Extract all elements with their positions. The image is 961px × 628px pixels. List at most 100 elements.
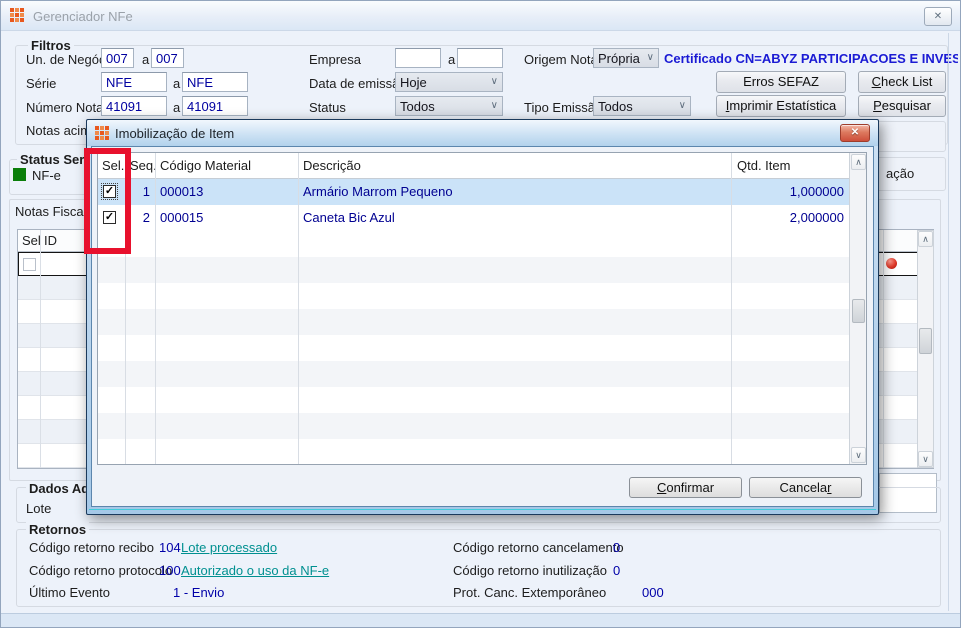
serie-to-input[interactable] [182,72,248,92]
ultimo-evento-label: Último Evento [29,585,110,600]
dialog-title: Imobilização de Item [115,126,235,141]
col-codigo-header: Código Material [160,158,252,173]
main-titlebar: Gerenciador NFe ✕ [1,1,960,31]
empresa-sep: a [448,52,456,67]
certificado-text: Certificado CN=ABYZ PARTICIPACOES E INVE… [664,51,958,66]
retorno-recibo-label: Código retorno recibo [29,540,155,555]
window-bottom-band [1,613,960,627]
numero-nota-sep: a [173,100,181,115]
data-emissao-select[interactable]: Hoje ∨ [395,72,503,92]
status-label: Status [309,100,346,115]
retornos-group-label: Retornos [26,522,90,537]
col-sel-header: Sel [22,233,41,248]
retorno-inutilizacao-label: Código retorno inutilização [453,563,607,578]
serie-label: Série [26,76,57,91]
main-window: Gerenciador NFe ✕ Filtros Un. de Negócio… [0,0,961,628]
lote-label: Lote [26,501,52,516]
scrollbar-thumb[interactable] [852,299,865,323]
table-row[interactable] [98,335,850,361]
column-divider [883,230,884,468]
un-negocio-to-input[interactable] [151,48,184,68]
col-descricao-header: Descrição [303,158,361,173]
un-negocio-sep: a [142,52,150,67]
retorno-cancelamento-value: 0 [613,540,621,555]
nfe-legend-label: NF-e [32,168,61,183]
erros-sefaz-button[interactable]: Erros SEFAZ [716,71,846,93]
table-row[interactable] [98,309,850,335]
table-row[interactable] [98,439,850,465]
dialog-table-scrollbar[interactable]: ∧ ∨ [849,153,866,464]
chevron-down-icon: ∨ [490,76,498,87]
un-negocio-from-input[interactable] [101,48,134,68]
numero-nota-to-input[interactable] [182,96,248,116]
chevron-down-icon: ∨ [678,100,686,111]
notas-fiscais-panel-label: Notas Fiscais [15,204,94,219]
data-emissao-label: Data de emissão [309,76,407,91]
dialog-client-area: Sel. Seq. Código Material Descrição Qtd.… [91,146,874,507]
origem-nota-select[interactable]: Própria ∨ [593,48,659,68]
empresa-from-input[interactable] [395,48,441,68]
scroll-down-icon[interactable]: ∨ [918,451,933,467]
numero-nota-label: Número Nota [26,100,104,115]
table-row[interactable] [98,283,850,309]
table-row[interactable] [98,387,850,413]
cancelar-button[interactable]: Cancelar [749,477,862,498]
nfe-status-legend-icon [13,168,26,181]
scroll-up-icon[interactable]: ∧ [918,231,933,247]
empresa-to-input[interactable] [457,48,503,68]
dialog-app-icon [95,126,110,141]
empresa-label: Empresa [309,52,362,67]
pesquisar-button[interactable]: Pesquisar [858,95,946,117]
dialog-close-button[interactable]: ✕ [840,124,870,142]
annotation-rectangle [84,148,131,254]
column-divider [731,153,732,464]
dados-adicionais-group-label: Dados Ad [26,481,93,496]
serie-from-input[interactable] [101,72,167,92]
retorno-protocolo-code: 100 [159,563,181,578]
main-close-button[interactable]: ✕ [924,7,952,26]
imprimir-estatistica-button[interactable]: Imprimir Estatística [716,95,846,117]
confirmar-button[interactable]: Confirmar [629,477,742,498]
retorno-recibo-code: 104 [159,540,181,555]
item-row[interactable]: ✓ 2 000015 Caneta Bic Azul 2,000000 [98,205,850,231]
right-partial-label: ação [886,166,915,181]
grid-vertical-scrollbar[interactable]: ∧ ∨ [917,230,934,468]
status-servico-group-label: Status Ser [17,152,88,167]
status-select[interactable]: Todos ∨ [395,96,503,116]
filtros-group-label: Filtros [28,38,74,53]
col-qtd-header: Qtd. Item [737,158,791,173]
item-row[interactable]: ✓ 1 000013 Armário Marrom Pequeno 1,0000… [98,179,850,205]
retorno-protocolo-link[interactable]: Autorizado o uso da NF-e [181,563,329,578]
tipo-emissao-label: Tipo Emissão [524,100,603,115]
retorno-inutilizacao-value: 0 [613,563,621,578]
table-row[interactable] [98,257,850,283]
scroll-up-icon[interactable]: ∧ [851,154,866,170]
window-right-edge [948,33,949,611]
chevron-down-icon: ∨ [490,100,498,111]
col-id-header: ID [44,233,57,248]
table-row[interactable] [98,361,850,387]
scrollbar-thumb[interactable] [919,328,932,354]
window-title: Gerenciador NFe [33,9,133,24]
dialog-titlebar[interactable]: Imobilização de Item ✕ [87,120,878,146]
retorno-cancelamento-label: Código retorno cancelamento [453,540,624,555]
tipo-emissao-select[interactable]: Todos ∨ [593,96,691,116]
scroll-down-icon[interactable]: ∨ [851,447,866,463]
prot-canc-label: Prot. Canc. Extemporâneo [453,585,607,600]
retorno-protocolo-label: Código retorno protocolo [29,563,173,578]
origem-nota-label: Origem Nota [524,52,598,67]
table-row[interactable] [98,231,850,257]
app-icon [10,8,25,23]
item-table: Sel. Seq. Código Material Descrição Qtd.… [97,152,867,465]
column-divider [298,153,299,464]
check-list-button[interactable]: Check List [858,71,946,93]
table-row[interactable] [98,413,850,439]
row-checkbox[interactable] [23,258,36,271]
numero-nota-from-input[interactable] [101,96,167,116]
serie-sep: a [173,76,181,91]
item-table-header: Sel. Seq. Código Material Descrição Qtd.… [98,153,850,179]
prot-canc-value: 000 [642,585,664,600]
retorno-recibo-link[interactable]: Lote processado [181,540,277,555]
dialog-bottom-accent [89,509,876,510]
chevron-down-icon: ∨ [646,52,654,63]
